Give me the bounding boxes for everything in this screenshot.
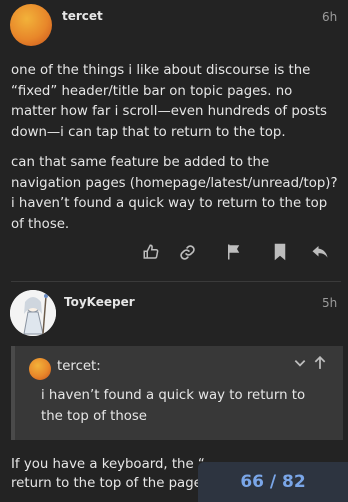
quote-avatar — [29, 358, 51, 380]
post-paragraph: can that same feature be added to the na… — [11, 155, 338, 232]
like-icon[interactable] — [139, 240, 163, 264]
arrow-up-icon[interactable] — [313, 355, 327, 374]
post-paragraph-line: return to the top of the page — [11, 476, 201, 491]
avatar-toykeeper[interactable] — [10, 290, 56, 336]
quote-block: tercet: i haven’t found a quick way to r… — [11, 346, 343, 440]
quote-username: tercet: — [57, 359, 101, 374]
post-username[interactable]: ToyKeeper — [64, 295, 135, 309]
chevron-down-icon[interactable] — [293, 356, 307, 374]
quote-text: i haven’t found a quick way to return to… — [41, 388, 306, 424]
post-divider — [11, 281, 341, 282]
post-username[interactable]: tercet — [62, 9, 103, 23]
timeline-label: 66 / 82 — [240, 472, 306, 492]
avatar-tercet[interactable] — [10, 4, 52, 46]
post-time[interactable]: 5h — [322, 296, 337, 310]
post-time[interactable]: 6h — [322, 10, 337, 24]
reply-icon[interactable] — [308, 240, 332, 264]
post-paragraph: one of the things i like about discourse… — [11, 63, 327, 140]
post-actions — [0, 240, 348, 264]
flag-icon[interactable] — [222, 240, 246, 264]
link-icon[interactable] — [175, 240, 199, 264]
timeline-progress[interactable]: 66 / 82 — [198, 462, 348, 502]
bookmark-icon[interactable] — [268, 240, 292, 264]
